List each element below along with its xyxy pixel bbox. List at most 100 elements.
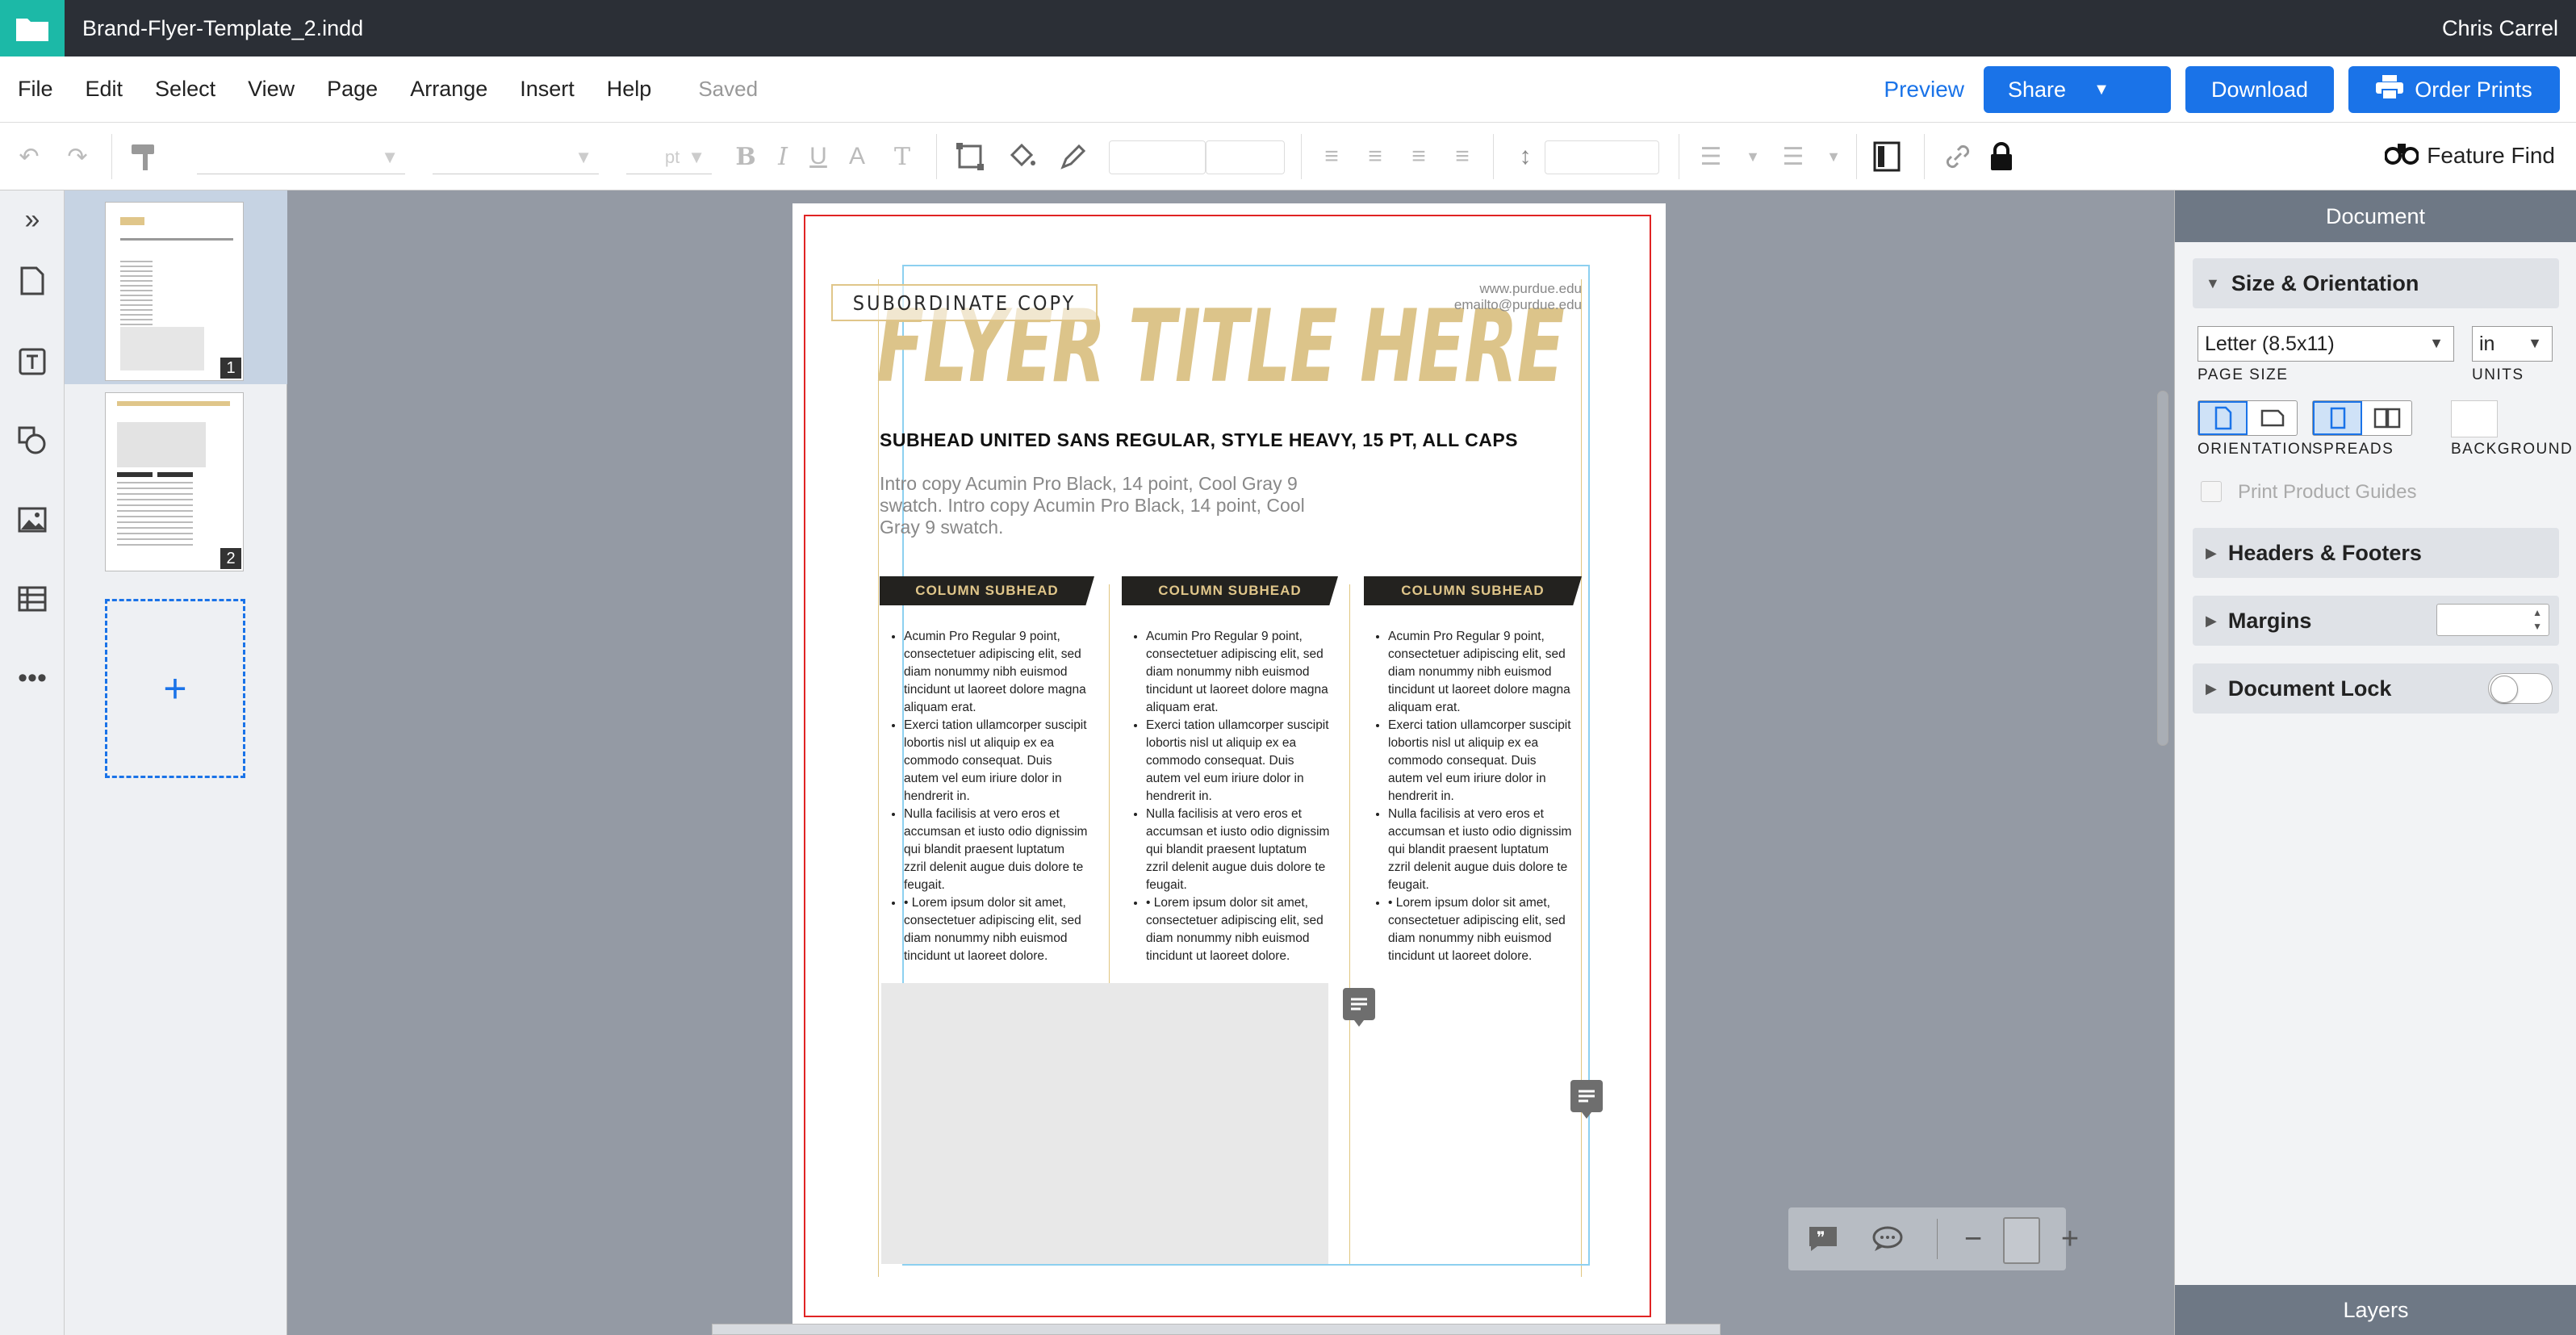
menu-file[interactable]: File <box>18 77 53 102</box>
font-style-select[interactable]: ▼ <box>433 140 599 174</box>
add-page-button[interactable]: + <box>105 599 245 778</box>
menu-actions: Preview Share ▼ Download Order Prints <box>1884 66 2560 113</box>
lock-icon[interactable] <box>1984 139 2019 174</box>
align-left-icon[interactable]: ≡ <box>1315 139 1348 174</box>
text-color-icon[interactable]: A <box>843 139 872 174</box>
comment-icon[interactable] <box>1343 988 1375 1027</box>
quote-comment-icon[interactable]: ❞ <box>1806 1222 1840 1256</box>
link-icon[interactable] <box>1940 139 1976 174</box>
bullet-list-icon[interactable]: ☰ <box>1693 139 1729 174</box>
page-icon[interactable] <box>16 265 48 297</box>
bold-icon[interactable]: B <box>731 139 760 174</box>
image-icon[interactable] <box>16 504 48 536</box>
feature-find-button[interactable]: Feature Find <box>2384 140 2555 170</box>
feature-find-label: Feature Find <box>2427 142 2555 168</box>
line-spacing-icon[interactable]: ↕ <box>1508 139 1543 174</box>
page-size-value: Letter (8.5x11) <box>2205 332 2335 355</box>
chat-bubble-icon[interactable] <box>1871 1222 1905 1256</box>
numbered-list-icon[interactable]: ☰ <box>1775 139 1811 174</box>
image-placeholder[interactable] <box>881 983 1328 1264</box>
section-size-orientation[interactable]: ▼ Size & Orientation <box>2193 258 2559 308</box>
comment-icon[interactable] <box>1570 1080 1603 1119</box>
folder-icon[interactable] <box>0 0 65 56</box>
line-spacing-stepper[interactable] <box>1545 140 1659 174</box>
fill-bucket-icon[interactable] <box>1004 139 1039 174</box>
table-icon[interactable] <box>16 583 48 615</box>
menu-help[interactable]: Help <box>607 77 652 102</box>
chevron-down-icon[interactable]: ▼ <box>1742 139 1764 174</box>
chevron-down-icon[interactable]: ▼ <box>1822 139 1845 174</box>
menu-view[interactable]: View <box>248 77 295 102</box>
column-body-1[interactable]: Acumin Pro Regular 9 point, consectetuer… <box>876 628 1088 965</box>
column-body-2[interactable]: Acumin Pro Regular 9 point, consectetuer… <box>1119 628 1330 965</box>
subordinate-copy[interactable]: SUBORDINATE COPY <box>831 284 1098 321</box>
portrait-icon[interactable] <box>2198 401 2248 435</box>
more-icon[interactable]: ••• <box>16 662 48 694</box>
undo-icon[interactable]: ↶ <box>11 139 47 174</box>
expand-panel-icon[interactable]: » <box>16 203 48 236</box>
page-thumbnail-1[interactable]: 1 <box>65 190 287 384</box>
document-lock-toggle[interactable] <box>2488 673 2553 704</box>
download-label: Download <box>2210 77 2309 102</box>
italic-icon[interactable]: I <box>768 139 797 174</box>
horizontal-scrollbar[interactable] <box>712 1324 1721 1335</box>
align-center-icon[interactable]: ≡ <box>1359 139 1391 174</box>
frame-icon[interactable] <box>952 139 988 174</box>
page-setup-icon[interactable] <box>1869 139 1905 174</box>
redo-icon[interactable]: ↷ <box>60 139 95 174</box>
contact-info[interactable]: www.purdue.edu emailto@purdue.edu <box>1454 281 1582 313</box>
align-right-icon[interactable]: ≡ <box>1403 139 1435 174</box>
vertical-scrollbar[interactable] <box>2157 391 2168 746</box>
caret-right-icon: ▶ <box>2206 544 2217 561</box>
stroke-weight-stepper[interactable] <box>1206 140 1285 174</box>
flyer-subhead[interactable]: SUBHEAD UNITED SANS REGULAR, STYLE HEAVY… <box>880 429 1518 451</box>
menu-arrange[interactable]: Arrange <box>410 77 487 102</box>
column-subhead-3[interactable]: COLUMN SUBHEAD <box>1364 576 1582 605</box>
download-button[interactable]: Download <box>2185 66 2334 113</box>
menu-insert[interactable]: Insert <box>520 77 575 102</box>
zoom-level-field[interactable] <box>2003 1217 2040 1264</box>
font-size-select[interactable]: pt ▼ <box>626 140 712 174</box>
layers-panel-header[interactable]: Layers <box>2175 1285 2576 1335</box>
toolbar-divider <box>1924 134 1925 179</box>
user-name[interactable]: Chris Carrel <box>2442 16 2558 41</box>
text-transform-icon[interactable]: T <box>884 139 920 174</box>
page-size-select[interactable]: Letter (8.5x11) ▼ <box>2198 326 2454 362</box>
order-prints-button[interactable]: Order Prints <box>2348 66 2560 113</box>
underline-icon[interactable]: U <box>804 139 833 174</box>
menu-page[interactable]: Page <box>327 77 378 102</box>
section-headers-footers[interactable]: ▶ Headers & Footers <box>2193 528 2559 578</box>
intro-copy[interactable]: Intro copy Acumin Pro Black, 14 point, C… <box>880 473 1332 538</box>
canvas-area[interactable]: FLYER TITLE HERE SUBORDINATE COPY www.pu… <box>287 190 2174 1335</box>
stroke-pen-icon[interactable] <box>1056 139 1091 174</box>
list-item: Acumin Pro Regular 9 point, consectetuer… <box>1388 628 1572 717</box>
share-button[interactable]: Share ▼ <box>1984 66 2171 113</box>
format-painter-icon[interactable] <box>128 139 163 174</box>
preview-button[interactable]: Preview <box>1884 77 1964 103</box>
zoom-in-icon[interactable]: + <box>2053 1222 2087 1256</box>
stroke-style-select[interactable] <box>1109 140 1206 174</box>
margins-stepper[interactable]: ▲ ▼ <box>2436 604 2549 636</box>
text-icon[interactable] <box>16 345 48 378</box>
print-guides-checkbox[interactable] <box>2201 481 2222 502</box>
menu-edit[interactable]: Edit <box>86 77 123 102</box>
single-page-icon[interactable] <box>2313 401 2362 435</box>
menu-select[interactable]: Select <box>155 77 215 102</box>
column-subhead-2[interactable]: COLUMN SUBHEAD <box>1122 576 1338 605</box>
format-toolbar: ↶ ↷ ▼ ▼ pt▼ B I U A T ≡ ≡ ≡ ≡ ↕ ☰ ▼ ☰ ▼ <box>0 123 2576 190</box>
save-status: Saved <box>698 77 759 101</box>
section-label: Document Lock <box>2227 676 2392 701</box>
font-family-select[interactable]: ▼ <box>197 140 405 174</box>
column-body-3[interactable]: Acumin Pro Regular 9 point, consectetuer… <box>1361 628 1572 965</box>
background-color-swatch[interactable] <box>2451 400 2498 437</box>
page-thumbnail-2[interactable]: 2 <box>65 392 287 586</box>
flyer-page[interactable]: FLYER TITLE HERE SUBORDINATE COPY www.pu… <box>792 203 1666 1335</box>
units-select[interactable]: in ▼ <box>2472 326 2553 362</box>
binoculars-icon <box>2384 140 2420 170</box>
shapes-icon[interactable] <box>16 425 48 457</box>
column-subhead-1[interactable]: COLUMN SUBHEAD <box>880 576 1094 605</box>
landscape-icon[interactable] <box>2248 401 2297 435</box>
align-justify-icon[interactable]: ≡ <box>1446 139 1478 174</box>
spread-pages-icon[interactable] <box>2362 401 2411 435</box>
zoom-out-icon[interactable]: − <box>1956 1222 1990 1256</box>
